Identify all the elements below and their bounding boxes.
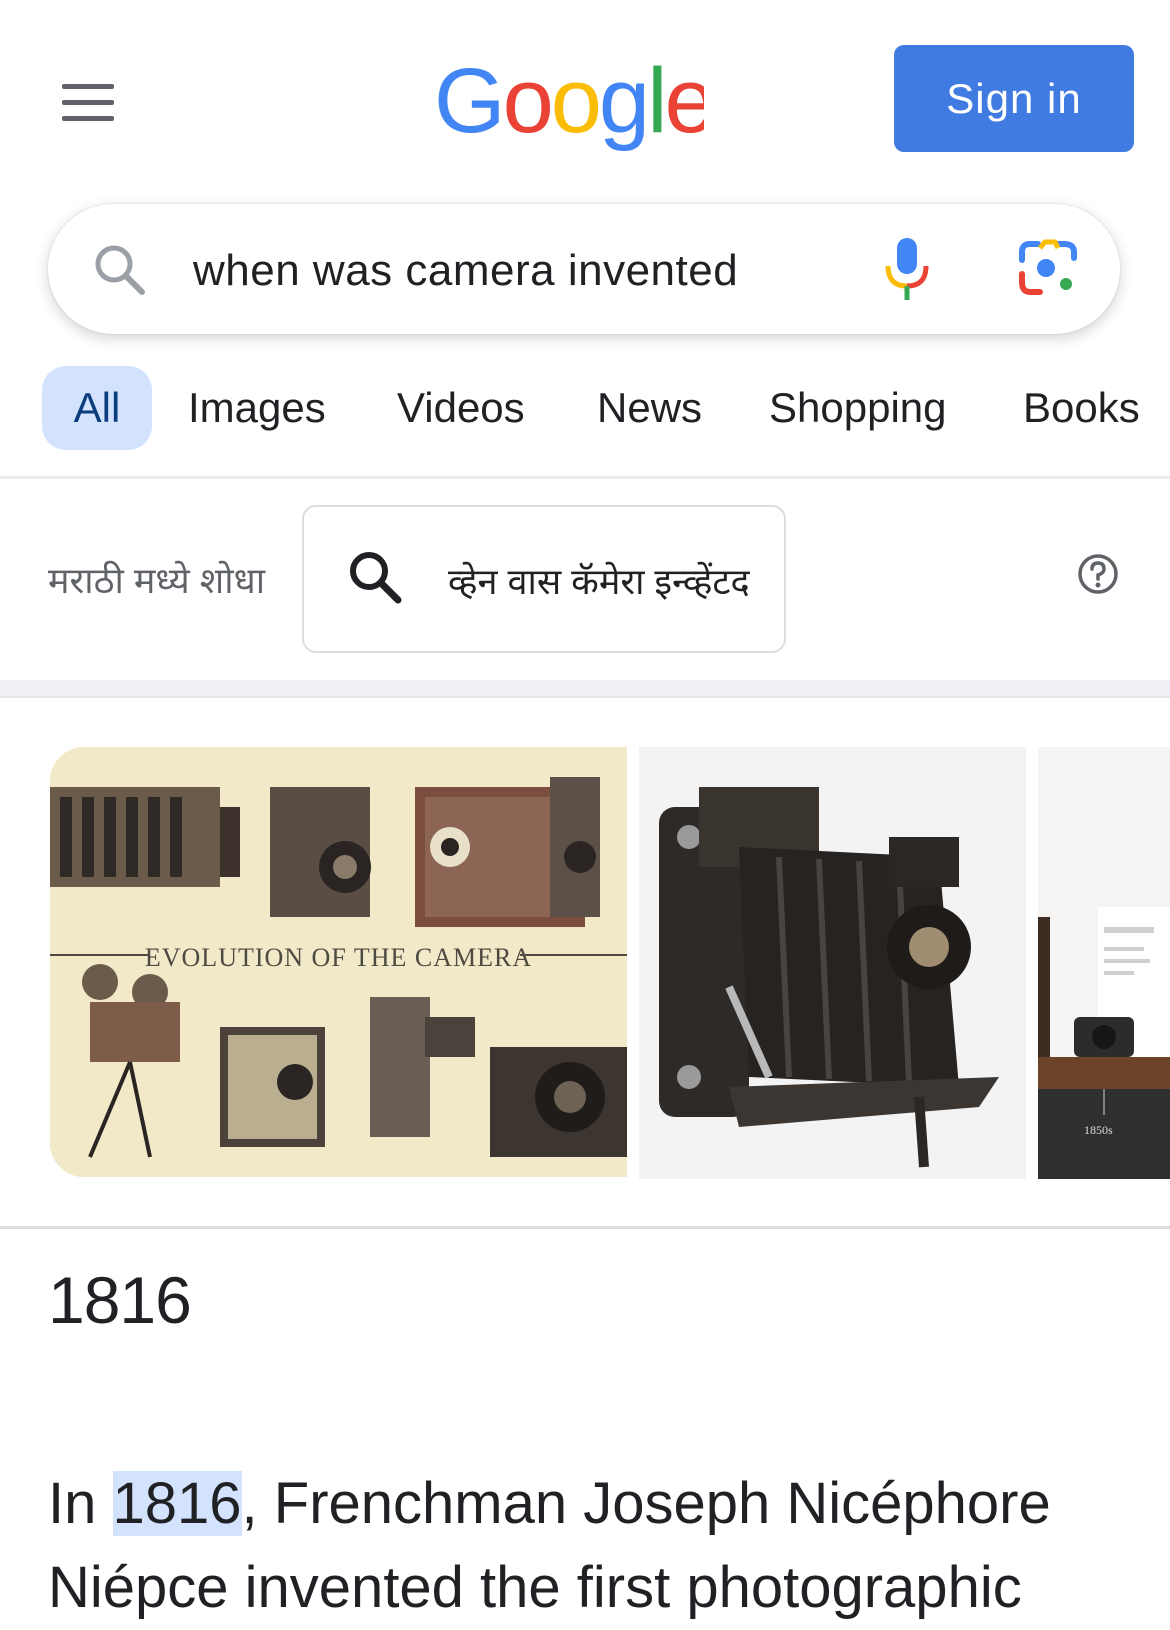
snippet-highlight: 1816 (112, 1471, 242, 1536)
images-divider (0, 1226, 1170, 1229)
logo-letter-5: l (647, 52, 664, 152)
logo-letter-2: o (503, 52, 551, 152)
sign-in-button[interactable]: Sign in (894, 45, 1134, 152)
search-input[interactable]: when was camera invented (193, 246, 738, 296)
tab-books[interactable]: Books (1023, 366, 1140, 450)
help-circle-icon[interactable] (1077, 553, 1119, 595)
image-caption: EVOLUTION OF THE CAMERA (144, 943, 533, 972)
snippet-text-before: In (48, 1471, 113, 1536)
lens-icon[interactable] (1018, 238, 1078, 298)
svg-text:Google: Google (434, 52, 704, 152)
mic-icon[interactable] (880, 236, 934, 302)
translated-query: व्हेन वास कॅमेरा इन्व्हेंटद (448, 561, 750, 602)
search-icon (95, 245, 145, 295)
timeline-year: 1850s (1084, 1123, 1113, 1137)
timeline-photo (1038, 747, 1170, 1179)
folding-camera-photo (639, 747, 1026, 1179)
featured-snippet-text: In 1816, Frenchman Joseph Nicéphore Niép… (48, 1462, 1158, 1630)
search-icon (350, 552, 402, 604)
section-divider (0, 680, 1170, 696)
tabs-divider (0, 476, 1170, 479)
tab-all[interactable]: All (42, 366, 152, 450)
tab-news[interactable]: News (597, 366, 702, 450)
logo-letter-3: o (551, 52, 599, 152)
logo-letter-6: e (665, 52, 704, 152)
search-tabs: All Images Videos News Shopping Books (0, 366, 1170, 450)
section-divider-line (0, 696, 1170, 698)
image-thumbnail-folding-camera[interactable] (639, 747, 1026, 1179)
tab-shopping[interactable]: Shopping (769, 366, 947, 450)
logo-letter-4: g (599, 52, 647, 152)
logo-letter-1: G (434, 52, 503, 152)
hamburger-menu-icon[interactable] (62, 84, 114, 122)
translate-label: मराठी मध्ये शोधा (48, 560, 266, 601)
featured-answer-title: 1816 (48, 1263, 192, 1337)
image-thumbnail-evolution[interactable]: EVOLUTION OF THE CAMERA (50, 747, 627, 1177)
google-logo: Google (434, 52, 704, 152)
tab-images[interactable]: Images (188, 366, 326, 450)
tab-videos[interactable]: Videos (397, 366, 525, 450)
image-thumbnail-timeline[interactable]: 1850s (1038, 747, 1170, 1179)
